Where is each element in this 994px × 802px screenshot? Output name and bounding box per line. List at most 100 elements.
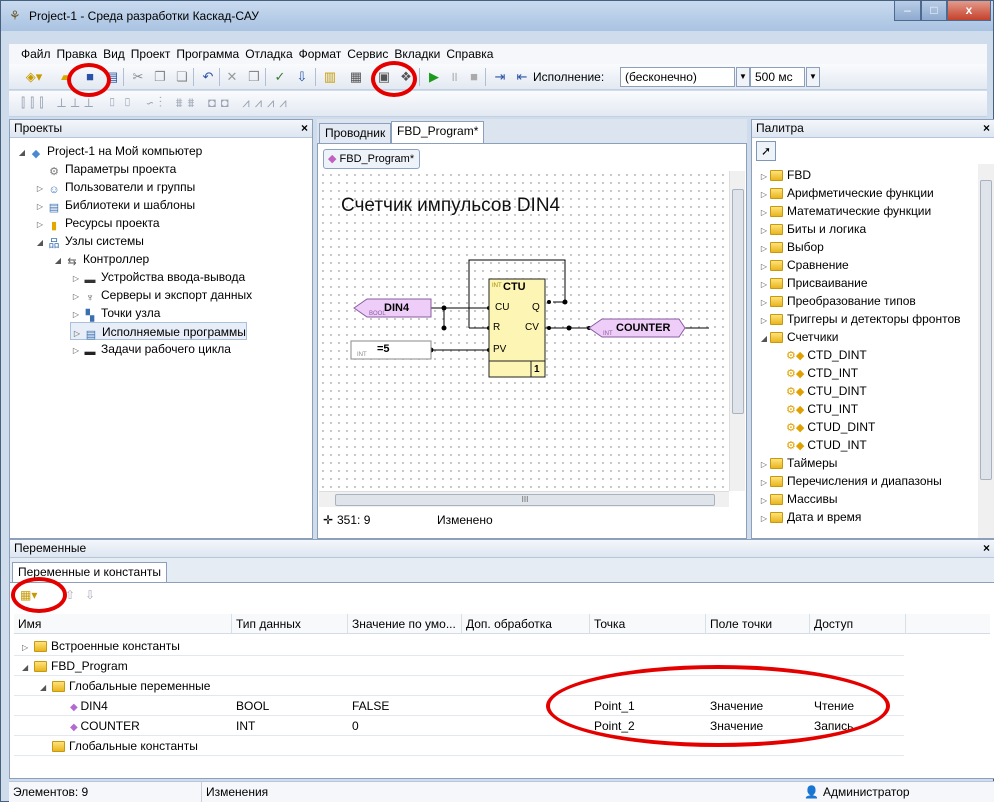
properties-icon[interactable]: ❒ [245, 68, 263, 86]
palette-item[interactable]: ▷ Дата и время [758, 508, 862, 528]
menu-item-6[interactable]: Формат [296, 44, 345, 64]
play-icon[interactable]: ▶ [425, 68, 443, 86]
delete-icon[interactable]: ✕ [223, 68, 241, 86]
expand-arrow-icon[interactable]: ◢ [52, 252, 64, 270]
tree-item[interactable]: ⚙ Параметры проекта [34, 160, 176, 178]
align-tools-icon[interactable]: ⫿⫿⫿ ⊥⊥⊥ ▯▯ ∽⋮ ⩩⩩ ◘◘ ⩘⩘⩘⩘ [21, 95, 292, 111]
debug-icon[interactable]: ⇤ [513, 68, 531, 86]
tab-fbd-program[interactable]: FBD_Program* [391, 121, 485, 143]
canvas-vertical-scrollbar[interactable] [729, 171, 745, 491]
expand-arrow-icon[interactable]: ◢ [16, 144, 28, 162]
palette-item[interactable]: ⚙◆ CTD_INT [786, 364, 858, 382]
palette-item[interactable]: ▷ Биты и логика [758, 220, 866, 238]
table-view-icon[interactable]: ▦ [347, 68, 365, 86]
tree-item[interactable]: ◢ ⇆ Контроллер [52, 250, 149, 268]
palette-item[interactable]: ▷ Триггеры и детекторы фронтов [758, 310, 961, 328]
column-header[interactable]: Значение по умо... [348, 614, 462, 634]
pointer-tool-icon[interactable]: ➚ [756, 141, 776, 161]
close-icon[interactable]: × [983, 120, 990, 137]
scrollbar-thumb[interactable]: III [335, 494, 715, 506]
maximize-button[interactable]: □ [921, 1, 947, 21]
expand-arrow-icon[interactable]: ◢ [758, 330, 770, 348]
expand-arrow-icon[interactable]: ▷ [22, 638, 34, 658]
table-row[interactable]: ▷ Встроенные константы [14, 636, 904, 656]
menu-item-3[interactable]: Проект [128, 44, 174, 64]
tree-item[interactable]: ▷ ♆ Серверы и экспорт данных [70, 286, 252, 304]
menu-item-0[interactable]: Файл [9, 44, 54, 64]
menu-item-2[interactable]: Вид [100, 44, 128, 64]
palette-item[interactable]: ▷ Математические функции [758, 202, 931, 220]
minimize-button[interactable]: – [894, 1, 921, 21]
tree-item[interactable]: ▷ ▬ Задачи рабочего цикла [70, 340, 231, 358]
download-icon[interactable]: ⇩ [293, 68, 311, 86]
menu-item-1[interactable]: Правка [54, 44, 101, 64]
palette-item[interactable]: ▷ Таймеры [758, 454, 837, 472]
expand-arrow-icon[interactable]: ◢ [22, 658, 34, 678]
palette-item[interactable]: ▷ FBD [758, 166, 811, 184]
step-icon[interactable]: ⇥ [491, 68, 509, 86]
tree-item[interactable]: ▷ ▮ Ресурсы проекта [34, 214, 160, 232]
din4-variable[interactable]: DIN4 [384, 302, 409, 314]
column-header[interactable]: Имя [14, 614, 232, 634]
menu-item-5[interactable]: Отладка [242, 44, 295, 64]
palette-item[interactable]: ⚙◆ CTD_DINT [786, 346, 867, 364]
move-down-icon[interactable]: ⇩ [85, 588, 95, 602]
palette-item[interactable]: ⚙◆ CTU_INT [786, 400, 858, 418]
collapse-arrow-icon[interactable]: ▷ [70, 342, 82, 360]
menu-item-7[interactable]: Сервис [344, 44, 391, 64]
tree-item[interactable]: ▷ ▬ Устройства ввода-вывода [70, 268, 245, 286]
chart-icon[interactable]: ▥ [321, 68, 339, 86]
title-bar[interactable]: ⚘ Project-1 - Среда разработки Каскад-СА… [1, 1, 993, 31]
block-name[interactable]: CTU [503, 281, 526, 293]
palette-item[interactable]: ▷ Арифметические функции [758, 184, 934, 202]
palette-item[interactable]: ▷ Сравнение [758, 256, 849, 274]
palette-item[interactable]: ⚙◆ CTUD_INT [786, 436, 867, 454]
menu-item-9[interactable]: Справка [443, 44, 496, 64]
column-header[interactable]: Точка [590, 614, 706, 634]
tree-item[interactable]: ▷ ▚ Точки узла [70, 304, 160, 322]
expand-arrow-icon[interactable]: ◢ [40, 678, 52, 698]
close-button[interactable]: x [947, 1, 991, 21]
palette-item[interactable]: ▷ Перечисления и диапазоны [758, 472, 942, 490]
tree-item[interactable]: ▷ ▤ Библиотеки и шаблоны [34, 196, 195, 214]
tab-explorer[interactable]: Проводник [319, 123, 392, 143]
column-header[interactable]: Тип данных [232, 614, 348, 634]
palette-item[interactable]: ⚙◆ CTUD_DINT [786, 418, 875, 436]
chevron-down-icon[interactable]: ▼ [806, 67, 820, 87]
period-select[interactable]: 500 мс [750, 67, 805, 87]
close-icon[interactable]: × [983, 540, 990, 557]
column-header[interactable]: Доступ [810, 614, 906, 634]
new-dropdown-icon[interactable]: ◈▾ [25, 68, 43, 86]
counter-variable[interactable]: COUNTER [616, 322, 670, 334]
undo-icon[interactable]: ↶ [199, 68, 217, 86]
palette-item[interactable]: ▷ Выбор [758, 238, 824, 256]
tree-item[interactable]: ◢ ◆ Project-1 на Мой компьютер [16, 142, 202, 160]
stop-icon[interactable]: ■ [465, 68, 483, 86]
pause-icon[interactable]: ॥ [445, 68, 463, 86]
tree-item[interactable]: ▷ ☺ Пользователи и группы [34, 178, 195, 196]
scrollbar-thumb[interactable] [732, 189, 744, 414]
menu-item-4[interactable]: Программа [173, 44, 242, 64]
const-value[interactable]: =5 [377, 343, 390, 355]
close-icon[interactable]: × [301, 120, 308, 137]
chevron-down-icon[interactable]: ▼ [736, 67, 750, 87]
cut-icon[interactable]: ✂ [129, 68, 147, 86]
palette-item[interactable]: ▷ Преобразование типов [758, 292, 916, 310]
canvas-horizontal-scrollbar[interactable]: III [319, 491, 729, 507]
palette-item[interactable]: ▷ Присваивание [758, 274, 868, 292]
scrollbar-thumb[interactable] [980, 180, 992, 480]
palette-scrollbar[interactable] [978, 164, 994, 538]
exec-mode-select[interactable]: (бесконечно) [620, 67, 735, 87]
tree-item[interactable]: ◢ 品 Узлы системы [34, 232, 144, 250]
check-icon[interactable]: ✓ [271, 68, 289, 86]
column-header[interactable]: Поле точки [706, 614, 810, 634]
expand-arrow-icon[interactable]: ◢ [34, 234, 46, 252]
palette-item[interactable]: ⚙◆ CTU_DINT [786, 382, 867, 400]
palette-item[interactable]: ◢ Счетчики [758, 328, 839, 348]
fbd-canvas[interactable]: Счетчик импульсов DIN4 INT CTU CU R PV Q… [319, 171, 729, 491]
expand-arrow-icon[interactable]: ▷ [758, 510, 770, 528]
palette-item[interactable]: ▷ Массивы [758, 490, 838, 508]
tree-item[interactable]: ▷ ▤ Исполняемые программы [70, 322, 247, 341]
column-header[interactable]: Доп. обработка [462, 614, 590, 634]
copy-icon[interactable]: ❐ [151, 68, 169, 86]
